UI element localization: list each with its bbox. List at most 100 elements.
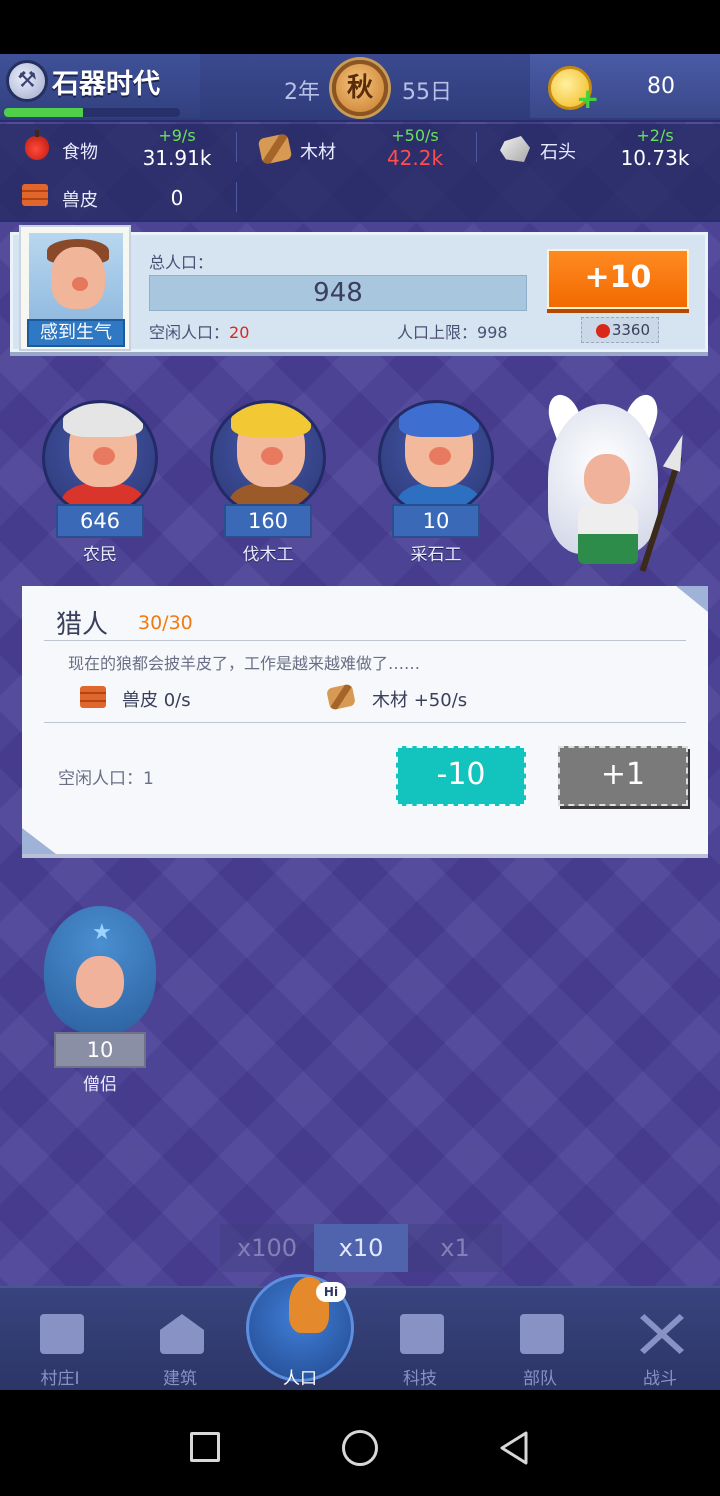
multiplier-selector: x100 x10 x1 [220,1224,502,1272]
multiplier-x100[interactable]: x100 [220,1224,314,1272]
nav-label: 科技 [403,1369,437,1389]
resource-name: 食物 [62,142,98,163]
worker-count: 10 [54,1032,146,1068]
status-bar [0,0,720,54]
divider [44,722,686,723]
leader-portrait [29,233,123,319]
apple-icon [25,130,49,160]
hunter-character[interactable] [528,390,698,574]
nav-label: 人口 [283,1369,317,1389]
star-icon: ★ [92,920,112,945]
idle-population: 空闲人口：20 [149,319,249,343]
idle-label: 空闲人口： [149,323,230,342]
population-cap: 人口上限：998 [397,319,508,343]
resource-name: 木材 [300,142,336,163]
nav-tech[interactable]: 科技 [360,1288,480,1390]
hi-badge: Hi [316,1282,346,1302]
battle-swords-icon [640,1314,684,1354]
resource-wood: 木材 +50/s 42.2k [257,126,460,172]
day-label: 55日 [402,80,452,105]
tech-book-icon [400,1314,444,1354]
resource-stone: 石头 +2/s 10.73k [500,126,700,172]
season-badge: 秋 [332,60,388,116]
resource-food: 食物 +9/s 31.91k [22,126,222,172]
population-panel: 感到生气 总人口： 948 空闲人口：20 人口上限：998 +10 3360 [10,225,708,352]
nav-label: 部队 [523,1369,557,1389]
recents-button[interactable] [190,1432,220,1462]
total-population-label: 总人口： [149,253,214,272]
nav-battle[interactable]: 战斗 [600,1288,720,1390]
leader-avatar[interactable]: 感到生气 [19,225,131,351]
top-bar: ⚒ 石器时代 2年 秋 55日 + 80 [0,54,720,122]
divider [44,640,686,641]
troops-icon [520,1314,564,1354]
worker-name: 伐木工 [242,545,294,565]
gold-panel[interactable]: + 80 [530,54,720,118]
year-label: 2年 [284,80,320,105]
job-title: 猎人 [56,610,109,640]
remove-hunters-button[interactable]: -10 [396,746,526,806]
nav-village[interactable]: 村庄I [0,1288,120,1390]
mood-label: 感到生气 [27,319,125,347]
era-axe-icon: ⚒ [6,60,48,102]
building-icon [160,1314,204,1354]
hunter-detail-card: 猎人 30/30 现在的狼都会披羊皮了，工作是越来越难做了…… 兽皮 0/s 木… [22,586,708,854]
era-panel[interactable]: ⚒ 石器时代 [0,54,200,118]
bottom-nav: 村庄I 建筑 Hi 人口 科技 部队 战斗 [0,1274,720,1390]
wood-icon [325,683,357,711]
divider [476,132,477,162]
production-hide: 兽皮 0/s [122,690,191,711]
resource-panel: 食物 +9/s 31.91k 木材 +50/s 42.2k 石头 +2/s 10… [0,124,720,222]
cap-label: 人口上限： [397,323,478,342]
lumberjack-portrait [210,400,326,516]
home-button[interactable] [342,1430,378,1466]
multiplier-x10[interactable]: x10 [314,1224,408,1272]
worker-name: 僧侣 [83,1075,117,1095]
worker-stonecutter[interactable]: 10 采石工 [374,380,498,565]
add-population-button[interactable]: +10 [547,249,689,309]
era-title: 石器时代 [52,69,160,100]
hide-icon [22,184,48,206]
card-idle-population: 空闲人口：1 [58,769,154,789]
stone-icon [500,136,530,162]
apple-icon [596,324,610,338]
resource-hide: 兽皮 0 [22,174,222,220]
gold-value: 80 [647,74,675,99]
wood-icon [257,133,293,165]
hide-icon [80,686,106,708]
worker-monk[interactable]: ★ 10 僧侣 [38,906,162,1096]
resource-rate: +9/s [158,126,196,145]
divider [236,182,237,212]
production-wood: 木材 +50/s [372,690,468,711]
idle-value: 20 [229,323,250,342]
resource-amount: 0 [170,186,184,210]
worker-count: 646 [56,504,144,538]
population-bar: 948 [149,275,527,311]
resource-amount: 42.2k [386,146,444,170]
add-gold-icon[interactable]: + [576,85,600,113]
nav-population[interactable]: Hi 人口 [240,1274,360,1390]
cost-value: 3360 [611,321,650,339]
stonecutter-portrait [378,400,494,516]
worker-lumberjack[interactable]: 160 伐木工 [206,380,330,565]
multiplier-x1[interactable]: x1 [408,1224,502,1272]
resource-name: 兽皮 [62,190,98,211]
nav-building[interactable]: 建筑 [120,1288,240,1390]
village-icon [40,1314,84,1354]
food-cost-badge: 3360 [581,317,659,343]
nav-troops[interactable]: 部队 [480,1288,600,1390]
resource-name: 石头 [540,142,576,163]
cap-value: 998 [477,323,508,342]
worker-farmer[interactable]: 646 农民 [38,380,162,565]
resource-amount: 31.91k [142,146,212,170]
resource-rate: +50/s [391,126,439,145]
nav-label: 建筑 [163,1369,197,1389]
add-hunter-button[interactable]: +1 [558,746,688,806]
resource-rate: +2/s [636,126,674,145]
total-population-value: 948 [313,278,363,308]
nav-label: 村庄I [40,1369,80,1389]
worker-count: 10 [392,504,480,538]
system-nav-bar [0,1390,720,1496]
worker-name: 采石工 [410,545,462,565]
back-button[interactable] [498,1430,530,1466]
